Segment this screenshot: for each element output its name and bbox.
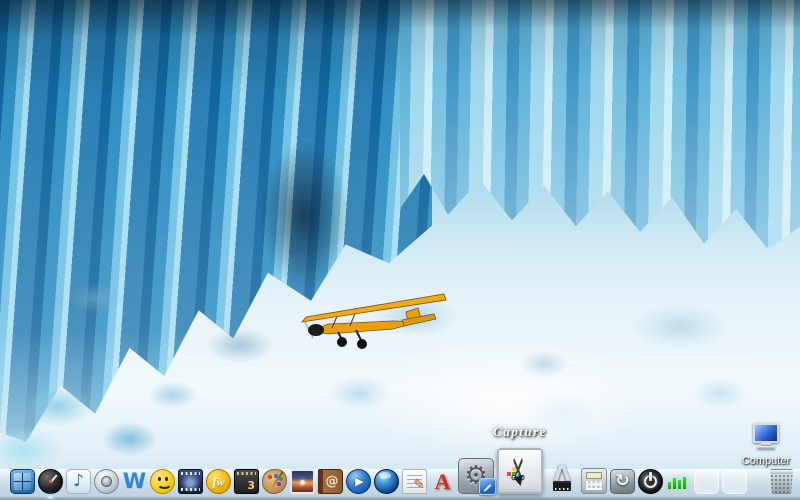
textedit-icon[interactable]: ✎ bbox=[402, 469, 427, 494]
messenger-smiley-icon[interactable] bbox=[150, 469, 175, 494]
wallpaper-snow-glare bbox=[360, 340, 648, 460]
software-update-icon-glyph: ↻ bbox=[611, 470, 634, 493]
trash-icon[interactable] bbox=[769, 469, 794, 494]
address-book-icon[interactable]: @ bbox=[318, 469, 343, 494]
address-book-icon-glyph: @ bbox=[319, 470, 342, 493]
fireworks-icon[interactable]: fw bbox=[206, 469, 231, 494]
plane-fuselage bbox=[312, 321, 418, 334]
word-icon-glyph: W bbox=[122, 469, 147, 494]
letter-a-icon[interactable]: A bbox=[430, 469, 455, 494]
power-icon[interactable] bbox=[638, 469, 663, 494]
film-reel-icon[interactable]: 3 bbox=[234, 469, 259, 494]
update-badge-icon bbox=[479, 478, 496, 495]
plane-cowling bbox=[308, 324, 324, 336]
camera-lens-icon[interactable] bbox=[94, 469, 119, 494]
blue-sphere-icon[interactable] bbox=[374, 469, 399, 494]
wallpaper-glacier bbox=[0, 0, 800, 500]
paint-palette-icon[interactable] bbox=[262, 469, 287, 494]
media-play-icon-glyph: ▶ bbox=[347, 470, 370, 493]
fireworks-icon-glyph: fw bbox=[207, 470, 230, 493]
music-note-icon[interactable]: ♪ bbox=[66, 469, 91, 494]
screens-icon[interactable] bbox=[10, 469, 35, 494]
photo-icon[interactable] bbox=[290, 469, 315, 494]
software-update-icon[interactable]: ↻ bbox=[610, 469, 635, 494]
word-icon[interactable]: W bbox=[122, 469, 147, 494]
film-reel-icon-glyph: 3 bbox=[235, 470, 258, 493]
dock-icon-label: Capture bbox=[493, 424, 547, 440]
computer-monitor-icon bbox=[753, 423, 779, 449]
system-profiler-icon-glyph: Λ bbox=[546, 455, 578, 494]
dock-items: ♪ Wfw3 @▶ ✎A⚙✂CaptureΛ ↻ bbox=[10, 448, 794, 494]
yellow-airplane bbox=[298, 284, 448, 356]
monitor-screen bbox=[753, 423, 779, 443]
letter-a-icon-glyph: A bbox=[430, 469, 455, 494]
plane-wheel bbox=[337, 337, 347, 347]
calculator-icon[interactable] bbox=[581, 468, 607, 494]
system-profiler-icon[interactable]: Λ bbox=[546, 462, 578, 494]
textedit-icon-glyph: ✎ bbox=[403, 470, 426, 493]
capture-grab-icon-glyph: ✂ bbox=[497, 448, 543, 490]
music-note-icon-glyph: ♪ bbox=[67, 470, 90, 493]
media-play-icon[interactable]: ▶ bbox=[346, 469, 371, 494]
system-preferences-icon[interactable]: ⚙ bbox=[458, 458, 494, 494]
running-indicator bbox=[47, 495, 54, 499]
desktop[interactable]: Computer ♪Wfw3@▶✎A⚙✂CaptureΛ↻ bbox=[0, 0, 800, 500]
film-strip-icon[interactable] bbox=[178, 469, 203, 494]
placeholder-icon[interactable] bbox=[694, 469, 719, 494]
equalizer-icon[interactable] bbox=[666, 469, 691, 494]
clock-dial-icon[interactable] bbox=[38, 469, 63, 494]
plane-wheel-2 bbox=[357, 339, 367, 349]
capture-grab-icon[interactable]: ✂Capture bbox=[497, 448, 543, 494]
placeholder-icon-2[interactable] bbox=[722, 469, 747, 494]
